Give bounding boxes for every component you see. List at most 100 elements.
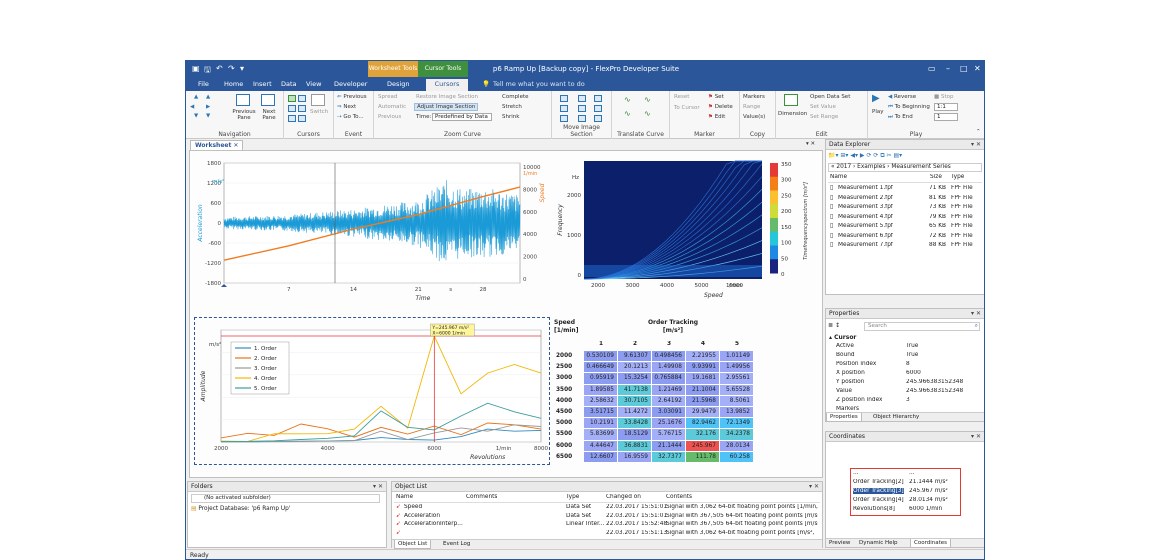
properties-search-input[interactable]: Search bbox=[864, 322, 980, 331]
arrow-up-icon[interactable]: ▲ bbox=[206, 94, 210, 100]
value-cell[interactable]: 4.44647 bbox=[584, 440, 618, 452]
value-cell[interactable]: 5.83699 bbox=[584, 429, 618, 441]
column-header[interactable]: Type bbox=[566, 494, 579, 500]
reverse-button[interactable]: ◀ Reverse bbox=[888, 94, 916, 100]
file-item[interactable]: ▯ Measurement 4.fpf 79 KB FPF File bbox=[828, 214, 982, 223]
value-cell[interactable]: 2.58632 bbox=[584, 395, 618, 407]
step-stepper[interactable]: 1 bbox=[934, 113, 958, 121]
to-cursor-button[interactable]: To Cursor bbox=[674, 105, 700, 111]
tell-me-input[interactable]: Tell me what you want to do bbox=[487, 79, 591, 89]
arrow-down-icon[interactable]: ▼ bbox=[194, 113, 198, 119]
value-cell[interactable]: 9.61307 bbox=[618, 351, 652, 363]
tab-preview[interactable]: Preview bbox=[826, 539, 853, 548]
event-goto-button[interactable]: ⇢ Go To... bbox=[337, 114, 364, 120]
move-icon[interactable] bbox=[594, 105, 602, 112]
value-cell[interactable]: 21.5968 bbox=[686, 395, 720, 407]
value-cell[interactable]: 8.5061 bbox=[720, 395, 754, 407]
project-database-item[interactable]: ▤ Project Database: 'p6 Ramp Up' bbox=[191, 506, 290, 512]
table-row[interactable]: 5500 5.83699 18.5129 5.76715 32.176 34.2378 bbox=[554, 429, 762, 441]
move-icon[interactable] bbox=[594, 115, 602, 122]
table-row[interactable]: 3000 0.95919 15.3254 0.765884 19.1681 2.95561 bbox=[554, 373, 762, 385]
value-cell[interactable]: 21.1004 bbox=[686, 384, 720, 396]
value-cell[interactable]: 0.466649 bbox=[584, 362, 618, 374]
value-cell[interactable]: 5.65528 bbox=[720, 384, 754, 396]
table-row[interactable]: 3500 1.89585 41.7138 1.21469 21.1004 5.65528 bbox=[554, 384, 762, 396]
undo-icon[interactable]: ↶ bbox=[216, 64, 223, 73]
zoom-previous-button[interactable]: Previous bbox=[378, 114, 401, 120]
property-row[interactable]: Value 245.966383152348 bbox=[836, 388, 978, 397]
breadcrumb[interactable]: « 2017 › Examples › Measurement Series bbox=[828, 163, 982, 172]
cursor-mode-icon[interactable] bbox=[288, 95, 296, 102]
value-cell[interactable]: 12.6607 bbox=[584, 451, 618, 463]
arrow-right-icon[interactable]: ▶ bbox=[206, 104, 210, 110]
property-row[interactable]: Markers bbox=[836, 406, 978, 411]
value-cell[interactable]: 16.9559 bbox=[618, 451, 652, 463]
event-previous-button[interactable]: ⇐ Previous bbox=[337, 94, 367, 100]
tab-design[interactable]: Design bbox=[381, 79, 415, 89]
value-cell[interactable]: 28.0134 bbox=[720, 440, 754, 452]
event-next-button[interactable]: ⇒ Next bbox=[337, 104, 356, 110]
time-signal-chart[interactable]: 180012006000-600-1200-180010000800060004… bbox=[190, 151, 550, 311]
stretch-button[interactable]: Stretch bbox=[502, 104, 522, 110]
move-icon[interactable] bbox=[560, 105, 568, 112]
translate-icon[interactable]: ∿ bbox=[624, 95, 631, 104]
dimension-icon[interactable] bbox=[784, 94, 798, 106]
tab-home[interactable]: Home bbox=[218, 79, 249, 89]
property-row[interactable]: X position 6000 bbox=[836, 370, 978, 379]
time-select[interactable]: Predefined by Data bbox=[432, 113, 492, 121]
column-header[interactable]: Comments bbox=[466, 494, 497, 500]
next-pane-icon[interactable] bbox=[261, 94, 275, 106]
property-row[interactable]: Bound True bbox=[836, 352, 978, 361]
table-row[interactable]: 2500 0.466649 20.1213 1.49908 9.93991 1.49956 bbox=[554, 362, 762, 374]
set-value-button[interactable]: Set Value bbox=[810, 104, 836, 110]
value-cell[interactable]: 82.9462 bbox=[686, 418, 720, 430]
dimension-button[interactable]: Dimension bbox=[778, 111, 807, 117]
move-icon[interactable] bbox=[560, 115, 568, 122]
copy-icon[interactable]: ⧉ ✂ bbox=[880, 152, 891, 159]
minimize-icon[interactable]: – bbox=[946, 64, 950, 73]
value-cell[interactable]: 11.4272 bbox=[618, 407, 652, 419]
previous-pane-icon[interactable] bbox=[236, 94, 250, 106]
table-row[interactable]: 6000 4.44647 36.8831 21.1444 245.967 28.0134 bbox=[554, 440, 762, 452]
value-cell[interactable]: 20.1213 bbox=[618, 362, 652, 374]
tab-file[interactable]: File bbox=[192, 79, 215, 89]
reset-button[interactable]: Reset bbox=[674, 94, 689, 100]
column-header[interactable]: Name bbox=[396, 494, 413, 500]
table-row[interactable]: 2000 0.530109 9.61307 0.498456 2.21955 1.0114… bbox=[554, 351, 762, 363]
arrow-down-icon[interactable]: ▼ bbox=[206, 113, 210, 119]
column-size[interactable]: Size bbox=[930, 174, 942, 180]
value-cell[interactable]: 2.64192 bbox=[652, 395, 686, 407]
to-end-button[interactable]: ⏭ To End bbox=[888, 114, 913, 121]
close-icon[interactable]: ✕ bbox=[974, 64, 981, 73]
move-icon[interactable] bbox=[578, 105, 586, 112]
order-chart[interactable]: 2000 4000 6000 8000 1/min Revolutions Amplitud… bbox=[194, 317, 550, 465]
file-item[interactable]: ▯ Measurement 5.fpf 65 KB FPF File bbox=[828, 223, 982, 232]
property-row[interactable]: Active True bbox=[836, 343, 978, 352]
column-header[interactable]: Contents bbox=[666, 494, 692, 500]
save-icon[interactable]: 🖫 bbox=[204, 64, 211, 78]
property-row[interactable]: Z position index 3 bbox=[836, 397, 978, 406]
value-cell[interactable]: 1.21469 bbox=[652, 384, 686, 396]
marker-set-button[interactable]: ⚑ Set bbox=[708, 94, 724, 100]
translate-icon[interactable]: ∿ bbox=[644, 109, 651, 118]
value-cell[interactable]: 245.967 bbox=[686, 440, 720, 452]
set-range-button[interactable]: Set Range bbox=[810, 114, 838, 120]
redo-icon[interactable]: ↷ bbox=[228, 64, 235, 73]
play-button[interactable]: Play bbox=[872, 109, 883, 115]
file-item[interactable]: ▯ Measurement 2.fpf 81 KB FPF File bbox=[828, 195, 982, 204]
shrink-button[interactable]: Shrink bbox=[502, 114, 519, 120]
switch-button[interactable]: Switch bbox=[310, 109, 328, 115]
object-row[interactable]: 22.03.2017 15:51:13 Signal with 3,062 64-… bbox=[394, 530, 820, 539]
adjust-image-section-button[interactable]: Adjust Image Section bbox=[414, 103, 479, 111]
sort-alpha-icon[interactable]: ↕ bbox=[835, 322, 840, 329]
stop-button[interactable]: ■ Stop bbox=[934, 94, 953, 100]
subfolder-select[interactable]: (No activated subfolder) bbox=[191, 494, 380, 503]
value-cell[interactable]: 0.530109 bbox=[584, 351, 618, 363]
cursor-mode-icon[interactable] bbox=[298, 95, 306, 102]
value-cell[interactable]: 1.49956 bbox=[720, 362, 754, 374]
pane-close-icon[interactable]: ▾ ✕ bbox=[971, 433, 981, 440]
maximize-icon[interactable]: □ bbox=[960, 64, 968, 73]
play-icon[interactable]: ▶ bbox=[872, 93, 880, 104]
customize-icon[interactable]: ▾ bbox=[240, 64, 244, 73]
file-item[interactable]: ▯ Measurement 1.fpf 71 KB FPF File bbox=[828, 185, 982, 194]
